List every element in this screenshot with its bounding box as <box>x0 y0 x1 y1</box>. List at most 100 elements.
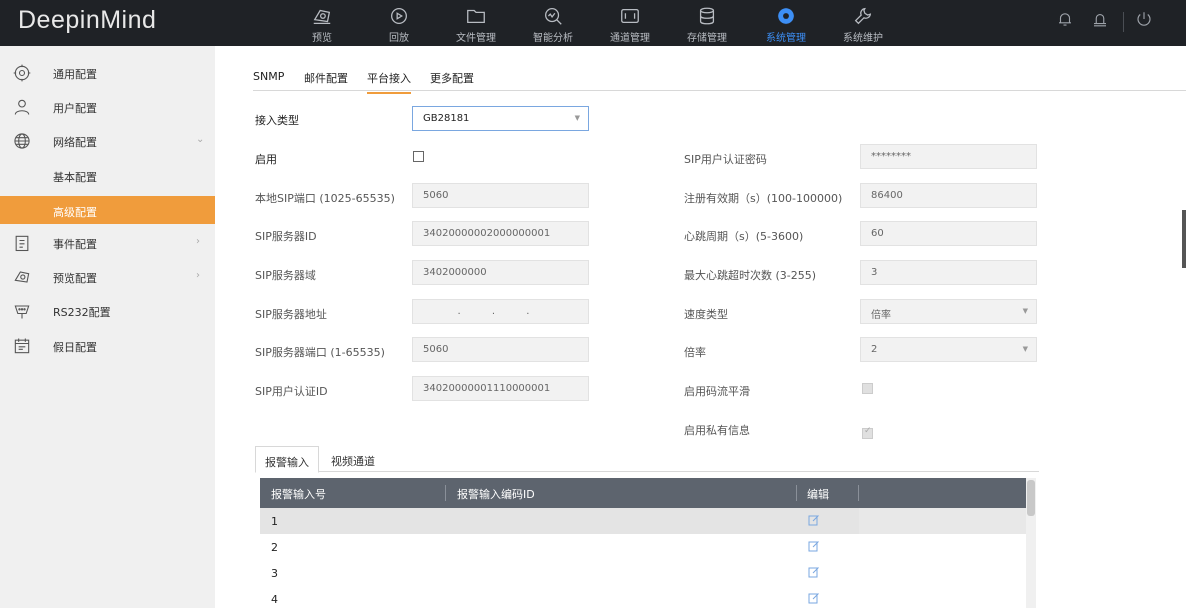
app-logo: DeepinMind <box>18 6 157 34</box>
alarm-button[interactable] <box>1091 10 1109 31</box>
alarm-icon <box>1094 13 1106 27</box>
tab-email[interactable]: 邮件配置 <box>304 70 348 92</box>
column-divider <box>796 485 797 501</box>
nav-smart-analysis[interactable]: 智能分析 <box>517 0 589 46</box>
enable-label: 启用 <box>255 153 277 166</box>
rate-label: 倍率 <box>684 346 706 359</box>
speed-type-select[interactable]: 倍率 ▼ <box>860 299 1037 324</box>
heartbeat-period-input[interactable]: 60 <box>860 221 1037 246</box>
edit-icon[interactable] <box>808 540 820 552</box>
nav-channel-management[interactable]: 通道管理 <box>594 0 666 46</box>
gear-icon <box>777 7 795 25</box>
sidebar-item-rs232[interactable]: RS232配置 <box>0 294 215 328</box>
table-row[interactable]: 3 <box>260 560 1026 586</box>
edit-icon[interactable] <box>808 566 820 578</box>
table-header: 报警输入号 报警输入编码ID 编辑 <box>260 478 1026 508</box>
toolbar-divider <box>1123 12 1124 32</box>
column-divider <box>445 485 446 501</box>
sidebar-item-users[interactable]: 用户配置 <box>0 90 215 124</box>
registration-validity-label: 注册有效期（s）(100-100000) <box>684 192 843 205</box>
preview-icon <box>14 271 30 283</box>
top-navigation-bar: DeepinMind 预览 回放 文件管理 智能分析 通道管理 存储管理 系统管… <box>0 0 1186 46</box>
power-icon <box>1137 12 1151 26</box>
registration-validity-input[interactable]: 86400 <box>860 183 1037 208</box>
sip-server-id-label: SIP服务器ID <box>255 230 317 243</box>
tab-snmp[interactable]: SNMP <box>253 70 284 89</box>
notification-button[interactable] <box>1056 10 1074 31</box>
private-info-label: 启用私有信息 <box>684 424 750 437</box>
playback-icon <box>391 8 407 24</box>
sidebar-item-advanced-config[interactable]: 高级配置 <box>0 196 215 224</box>
sidebar-item-preview-config[interactable]: 预览配置 › <box>0 260 215 294</box>
folder-icon <box>467 9 485 24</box>
edit-icon[interactable] <box>808 592 820 604</box>
speed-type-label: 速度类型 <box>684 308 728 321</box>
rs232-icon <box>14 305 30 319</box>
nav-system-management[interactable]: 系统管理 <box>750 0 822 46</box>
heartbeat-period-label: 心跳周期（s）(5-3600) <box>684 230 804 243</box>
local-sip-port-input[interactable]: 5060 <box>412 183 589 208</box>
dropdown-arrow-icon: ▼ <box>1022 345 1028 353</box>
stream-smoothing-checkbox[interactable] <box>862 383 873 394</box>
sip-server-id-input[interactable]: 34020000002000000001 <box>412 221 589 246</box>
max-heartbeat-timeout-input[interactable]: 3 <box>860 260 1037 285</box>
dropdown-arrow-icon: ▼ <box>1022 307 1028 315</box>
table-row[interactable]: 4 <box>260 586 1026 608</box>
nav-storage-management[interactable]: 存储管理 <box>671 0 743 46</box>
sidebar-item-holiday[interactable]: 假日配置 <box>0 329 215 363</box>
sidebar-item-basic-config[interactable]: 基本配置 <box>0 161 215 189</box>
nav-system-maintenance[interactable]: 系统维护 <box>827 0 899 46</box>
chevron-down-icon: ⌄ <box>196 134 205 145</box>
tab-alarm-input[interactable]: 报警输入 <box>255 446 319 473</box>
column-header: 编辑 <box>807 488 829 501</box>
edit-icon[interactable] <box>808 514 820 526</box>
channel-subtabs: 报警输入 视频通道 <box>255 446 1039 473</box>
sip-user-auth-id-label: SIP用户认证ID <box>255 385 328 398</box>
channel-icon <box>621 8 639 24</box>
nav-preview[interactable]: 预览 <box>286 0 358 46</box>
chevron-right-icon: › <box>196 236 200 247</box>
sidebar-item-general[interactable]: 通用配置 <box>0 56 215 90</box>
wrench-icon <box>854 7 872 25</box>
stream-smoothing-label: 启用码流平滑 <box>684 385 750 398</box>
sip-user-auth-password-input[interactable]: ******** <box>860 144 1037 169</box>
sip-user-auth-id-input[interactable]: 34020000001110000001 <box>412 376 589 401</box>
tab-divider <box>253 90 1186 91</box>
access-type-label: 接入类型 <box>255 114 299 127</box>
database-icon <box>699 7 715 25</box>
sip-server-port-input[interactable]: 5060 <box>412 337 589 362</box>
sip-server-address-label: SIP服务器地址 <box>255 308 327 321</box>
analysis-icon <box>545 8 562 25</box>
table-row[interactable]: 2 <box>260 534 1026 560</box>
access-type-select[interactable]: GB28181 ▼ <box>412 106 589 131</box>
nav-playback[interactable]: 回放 <box>363 0 435 46</box>
sip-server-address-input[interactable]: . . . <box>412 299 589 324</box>
chevron-right-icon: › <box>196 270 200 281</box>
private-info-checkbox[interactable] <box>862 426 873 439</box>
page-scrollbar[interactable] <box>1182 210 1186 268</box>
enable-checkbox[interactable] <box>413 151 424 162</box>
column-divider <box>858 485 859 501</box>
column-header: 报警输入号 <box>271 488 326 501</box>
settings-icon <box>13 64 31 82</box>
bell-icon <box>1059 13 1071 26</box>
sidebar-item-network[interactable]: 网络配置 ⌄ <box>0 124 215 158</box>
globe-icon <box>14 133 30 149</box>
tab-video-channel[interactable]: 视频通道 <box>322 446 384 472</box>
sidebar: 通用配置 用户配置 网络配置 ⌄ 基本配置 高级配置 事件配置 › 预览配置 ›… <box>0 46 215 608</box>
nav-file-management[interactable]: 文件管理 <box>440 0 512 46</box>
dropdown-arrow-icon: ▼ <box>574 114 580 122</box>
calendar-icon <box>14 338 30 354</box>
table-scrollbar-thumb[interactable] <box>1027 480 1035 516</box>
alarm-input-table: 报警输入号 报警输入编码ID 编辑 1 2 3 4 <box>260 478 1036 608</box>
sip-server-domain-input[interactable]: 3402000000 <box>412 260 589 285</box>
sip-server-domain-label: SIP服务器域 <box>255 269 316 282</box>
rate-select[interactable]: 2 ▼ <box>860 337 1037 362</box>
tab-more[interactable]: 更多配置 <box>430 70 474 92</box>
sip-user-auth-password-label: SIP用户认证密码 <box>684 153 767 166</box>
table-row[interactable]: 1 <box>260 508 1026 534</box>
sidebar-item-events[interactable]: 事件配置 › <box>0 226 215 260</box>
main-content: SNMP 邮件配置 平台接入 更多配置 接入类型 GB28181 ▼ 启用 本地… <box>215 46 1186 608</box>
power-button[interactable] <box>1135 10 1153 31</box>
user-icon <box>14 99 30 115</box>
